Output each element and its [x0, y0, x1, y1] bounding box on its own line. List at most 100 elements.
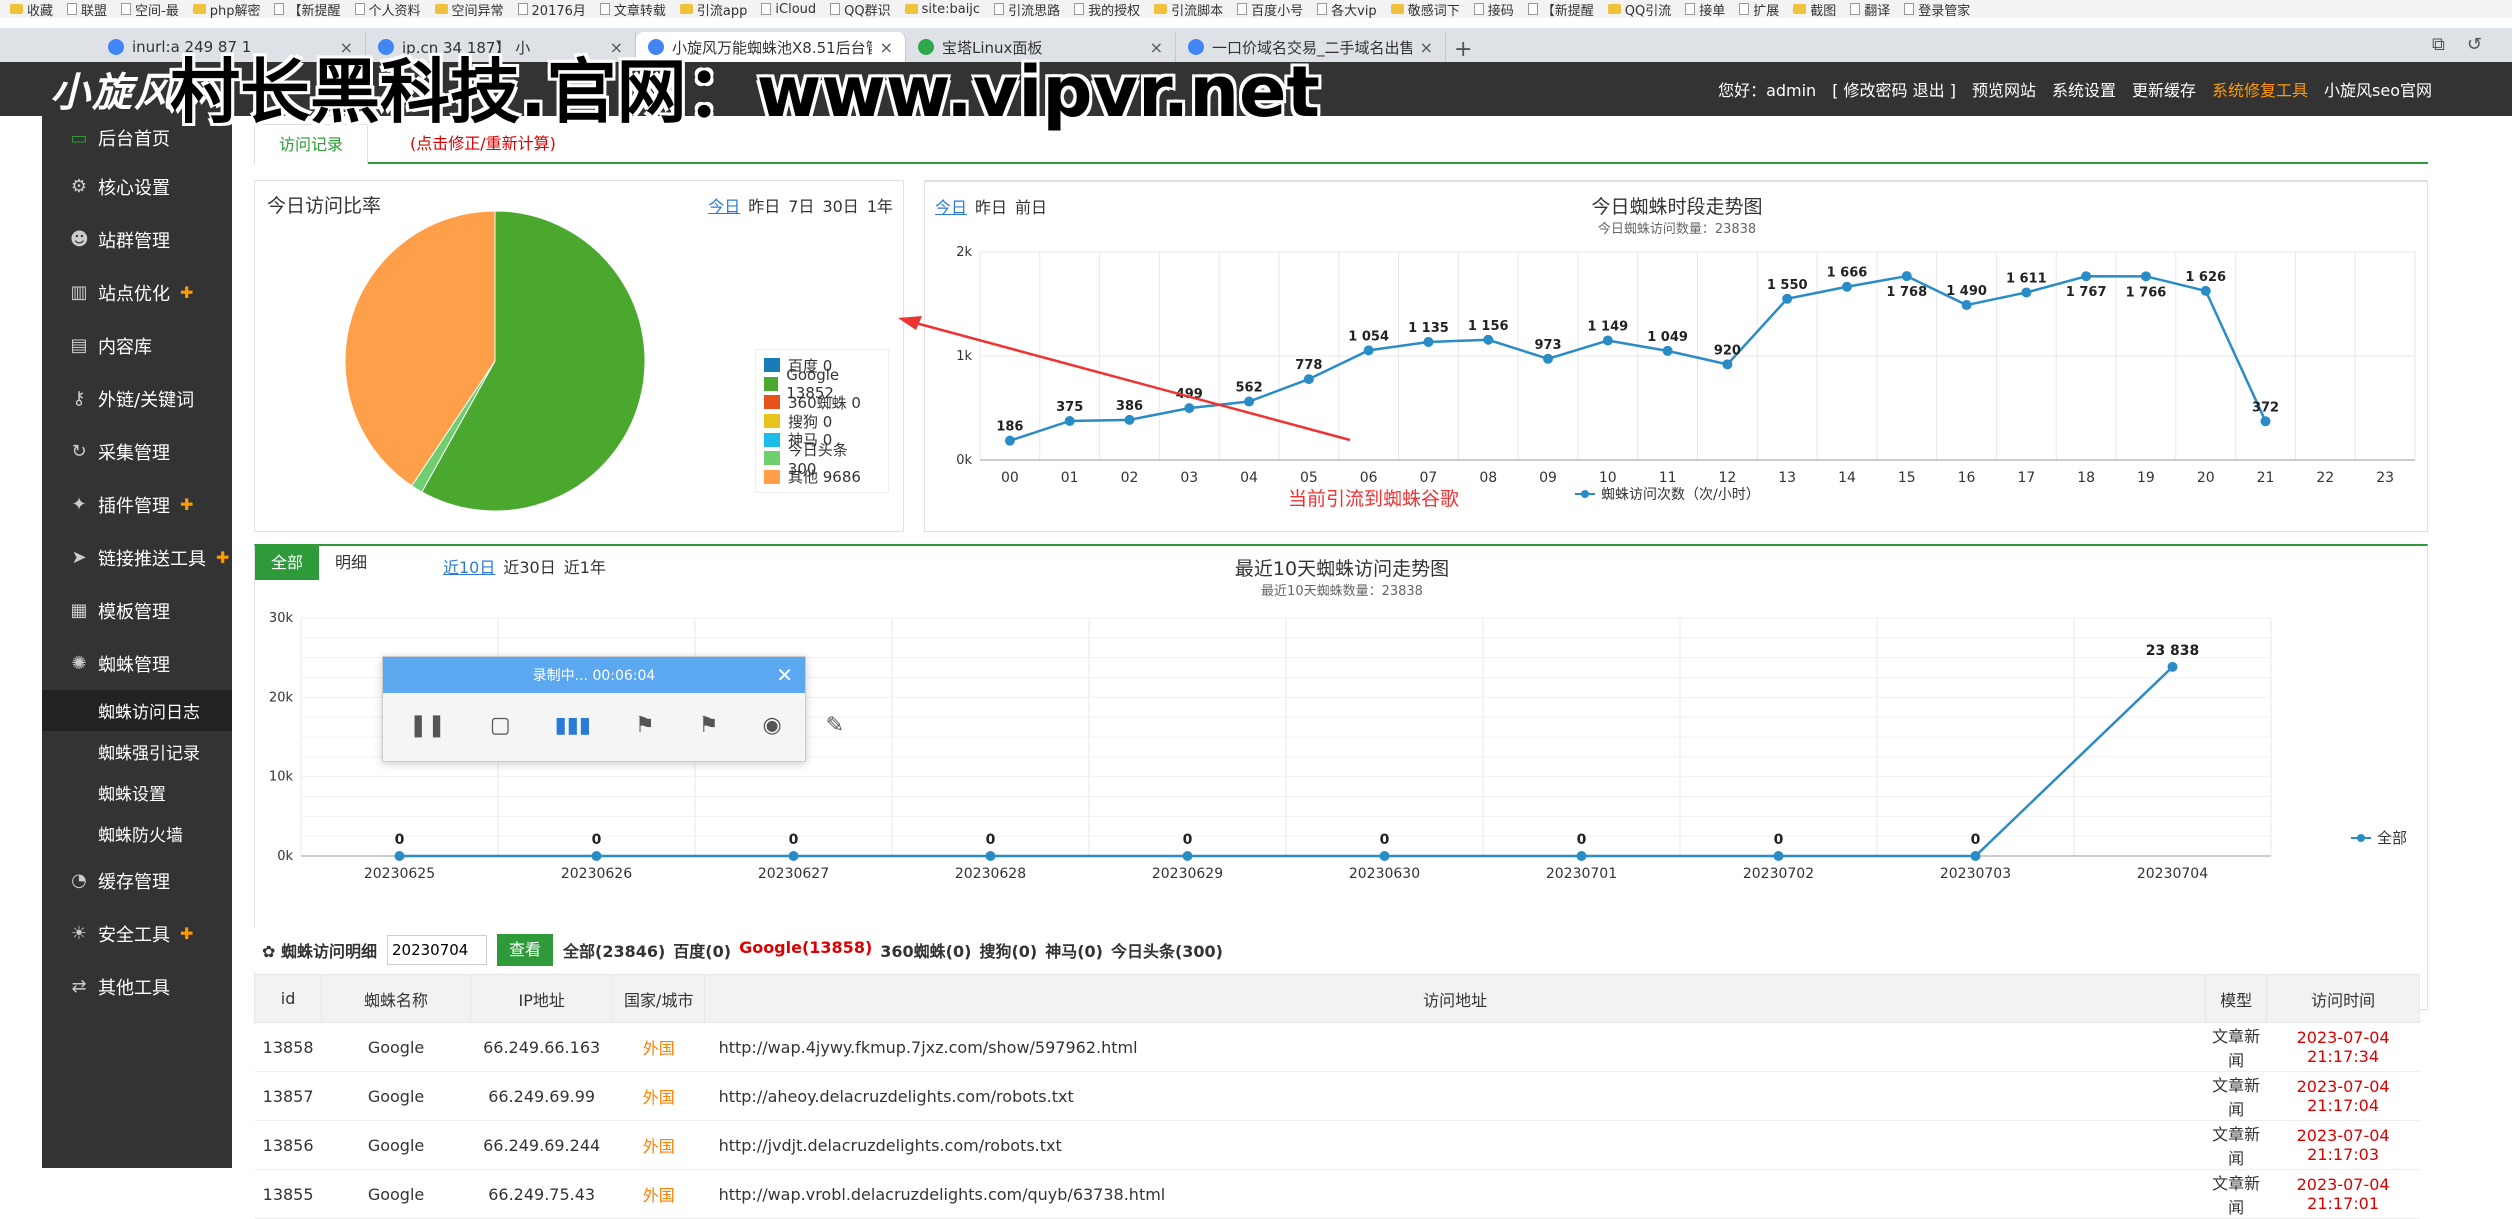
- data-point[interactable]: [985, 851, 996, 861]
- sidebar-subitem[interactable]: 蜘蛛强引记录: [42, 731, 232, 772]
- filter-stat[interactable]: 全部(23846): [563, 938, 665, 962]
- view-button[interactable]: 查看: [496, 934, 553, 966]
- table-cell[interactable]: http://jvdjt.delacruzdelights.com/robots…: [704, 1120, 2206, 1170]
- filter-stat[interactable]: 搜狗(0): [979, 938, 1037, 962]
- bookmark-item[interactable]: 空间-最: [121, 0, 179, 18]
- range-option[interactable]: 30日: [822, 193, 858, 217]
- data-point[interactable]: [1064, 416, 1075, 426]
- sidebar-item[interactable]: ☻ 站群管理: [42, 213, 232, 266]
- data-point[interactable]: [1363, 345, 1374, 356]
- data-point[interactable]: [2081, 271, 2092, 282]
- sidebar-subitem[interactable]: 蜘蛛访问日志: [42, 690, 232, 731]
- data-point[interactable]: [1184, 403, 1195, 414]
- data-point[interactable]: [2021, 287, 2032, 298]
- data-point[interactable]: [1970, 851, 1981, 861]
- bookmark-item[interactable]: 扩展: [1739, 0, 1779, 18]
- data-point[interactable]: [591, 851, 602, 861]
- bookmark-item[interactable]: 引流app: [679, 0, 747, 18]
- data-point[interactable]: [394, 851, 405, 861]
- data-point[interactable]: [2167, 661, 2178, 672]
- data-point[interactable]: [788, 851, 799, 861]
- sidebar-item[interactable]: ▤ 内容库: [42, 319, 232, 372]
- bookmark-item[interactable]: 接码: [1473, 0, 1514, 18]
- bookmark-item[interactable]: site:baijc: [904, 2, 980, 17]
- close-icon[interactable]: ✕: [776, 663, 793, 687]
- data-point[interactable]: [1483, 334, 1494, 345]
- audio-level-icon[interactable]: ▮▮▮: [555, 713, 591, 738]
- bookmark-item[interactable]: 接单: [1685, 0, 1725, 18]
- header-link[interactable]: 预览网站: [1972, 77, 2036, 101]
- bookmark-item[interactable]: 我的授权: [1074, 0, 1140, 18]
- data-point[interactable]: [1782, 293, 1793, 304]
- header-link[interactable]: 更新缓存: [2132, 77, 2196, 101]
- bookmark-item[interactable]: 空间异常: [434, 0, 504, 18]
- bookmark-item[interactable]: iCloud: [761, 2, 816, 17]
- screen-recorder-widget[interactable]: 录制中... 00:06:04 ✕ ❚❚ ▢ ▮▮▮ ⚑ ⚑ ◉ ✎: [382, 656, 844, 762]
- bookmark-item[interactable]: 引流思路: [994, 0, 1060, 18]
- bookmark-item[interactable]: 20176月: [517, 0, 586, 18]
- data-point[interactable]: [1124, 414, 1135, 425]
- data-point[interactable]: [1722, 359, 1733, 370]
- data-point[interactable]: [2140, 271, 2151, 282]
- bookmark-item[interactable]: 登录管家: [1904, 0, 1970, 18]
- undo-icon[interactable]: ↺: [2467, 34, 2482, 55]
- data-point[interactable]: [1004, 435, 1015, 446]
- sidebar-item[interactable]: ▦ 模板管理: [42, 584, 232, 637]
- bookmark-item[interactable]: QQ群识: [830, 0, 891, 18]
- data-point[interactable]: [1244, 396, 1255, 407]
- close-tab-icon[interactable]: ×: [1420, 38, 1433, 57]
- table-cell[interactable]: http://wap.4jywy.fkmup.7jxz.com/show/597…: [704, 1022, 2206, 1072]
- sidebar-item[interactable]: ☀ 安全工具 ✚: [42, 907, 232, 960]
- bookmark-item[interactable]: 收藏: [10, 0, 53, 18]
- data-point[interactable]: [1961, 300, 1972, 311]
- header-link[interactable]: 系统修复工具: [2212, 77, 2308, 101]
- range-option[interactable]: 7日: [788, 193, 814, 217]
- sidebar-subitem[interactable]: 蜘蛛设置: [42, 772, 232, 813]
- bookmark-item[interactable]: 引流脚本: [1154, 0, 1223, 18]
- flag-icon[interactable]: ⚑: [635, 713, 655, 738]
- bookmark-item[interactable]: QQ引流: [1607, 0, 1671, 18]
- bookmark-item[interactable]: 敬感词下: [1390, 0, 1460, 18]
- sidebar-item[interactable]: ⚷ 外链/关键词: [42, 372, 232, 425]
- sidebar-item[interactable]: ✺ 蜘蛛管理: [42, 637, 232, 690]
- data-point[interactable]: [1773, 851, 1784, 861]
- sidebar-item[interactable]: ⚙ 核心设置: [42, 160, 232, 213]
- bookmark-item[interactable]: 文章转载: [599, 0, 666, 18]
- sidebar-item[interactable]: ➤ 链接推送工具 ✚: [42, 531, 232, 584]
- bookmark-item[interactable]: 翻译: [1850, 0, 1890, 18]
- filter-stat[interactable]: 360蜘蛛(0): [880, 938, 971, 962]
- data-point[interactable]: [1182, 851, 1193, 861]
- data-point[interactable]: [1576, 851, 1587, 861]
- sidebar-subitem[interactable]: 蜘蛛防火墙: [42, 813, 232, 854]
- flag-alt-icon[interactable]: ⚑: [699, 713, 719, 738]
- filter-stat[interactable]: 神马(0): [1045, 938, 1103, 962]
- range-option[interactable]: 昨日: [748, 193, 780, 217]
- data-point[interactable]: [2200, 285, 2211, 296]
- new-tab-button[interactable]: +: [1454, 37, 1472, 62]
- data-point[interactable]: [1602, 335, 1613, 346]
- data-point[interactable]: [1423, 336, 1434, 347]
- header-link[interactable]: 系统设置: [2052, 77, 2116, 101]
- stop-icon[interactable]: ▢: [490, 713, 511, 738]
- bookmark-item[interactable]: 截图: [1793, 0, 1836, 18]
- bookmark-item[interactable]: php解密: [192, 0, 260, 18]
- filter-stat[interactable]: 今日头条(300): [1111, 938, 1223, 962]
- pen-icon[interactable]: ✎: [826, 713, 844, 738]
- tab-search-icon[interactable]: ⧉: [2432, 34, 2445, 55]
- data-point[interactable]: [1841, 281, 1852, 292]
- date-input[interactable]: [386, 935, 487, 965]
- data-point[interactable]: [1543, 353, 1554, 364]
- data-point[interactable]: [1379, 851, 1390, 861]
- data-point[interactable]: [1901, 271, 1912, 282]
- data-point[interactable]: [2260, 416, 2271, 427]
- webcam-icon[interactable]: ◉: [762, 713, 781, 738]
- sidebar-item[interactable]: ⇄ 其他工具: [42, 960, 232, 1013]
- bookmark-item[interactable]: 【新提醒: [1527, 0, 1594, 18]
- table-cell[interactable]: http://wap.vrobl.delacruzdelights.com/qu…: [704, 1169, 2206, 1219]
- range-option[interactable]: 1年: [867, 193, 893, 217]
- bookmark-item[interactable]: 个人资料: [354, 0, 421, 18]
- sidebar-item[interactable]: ◔ 缓存管理: [42, 854, 232, 907]
- pause-icon[interactable]: ❚❚: [409, 713, 446, 738]
- bookmark-item[interactable]: 【新提醒: [274, 0, 341, 18]
- sidebar-item[interactable]: ▥ 站点优化 ✚: [42, 266, 232, 319]
